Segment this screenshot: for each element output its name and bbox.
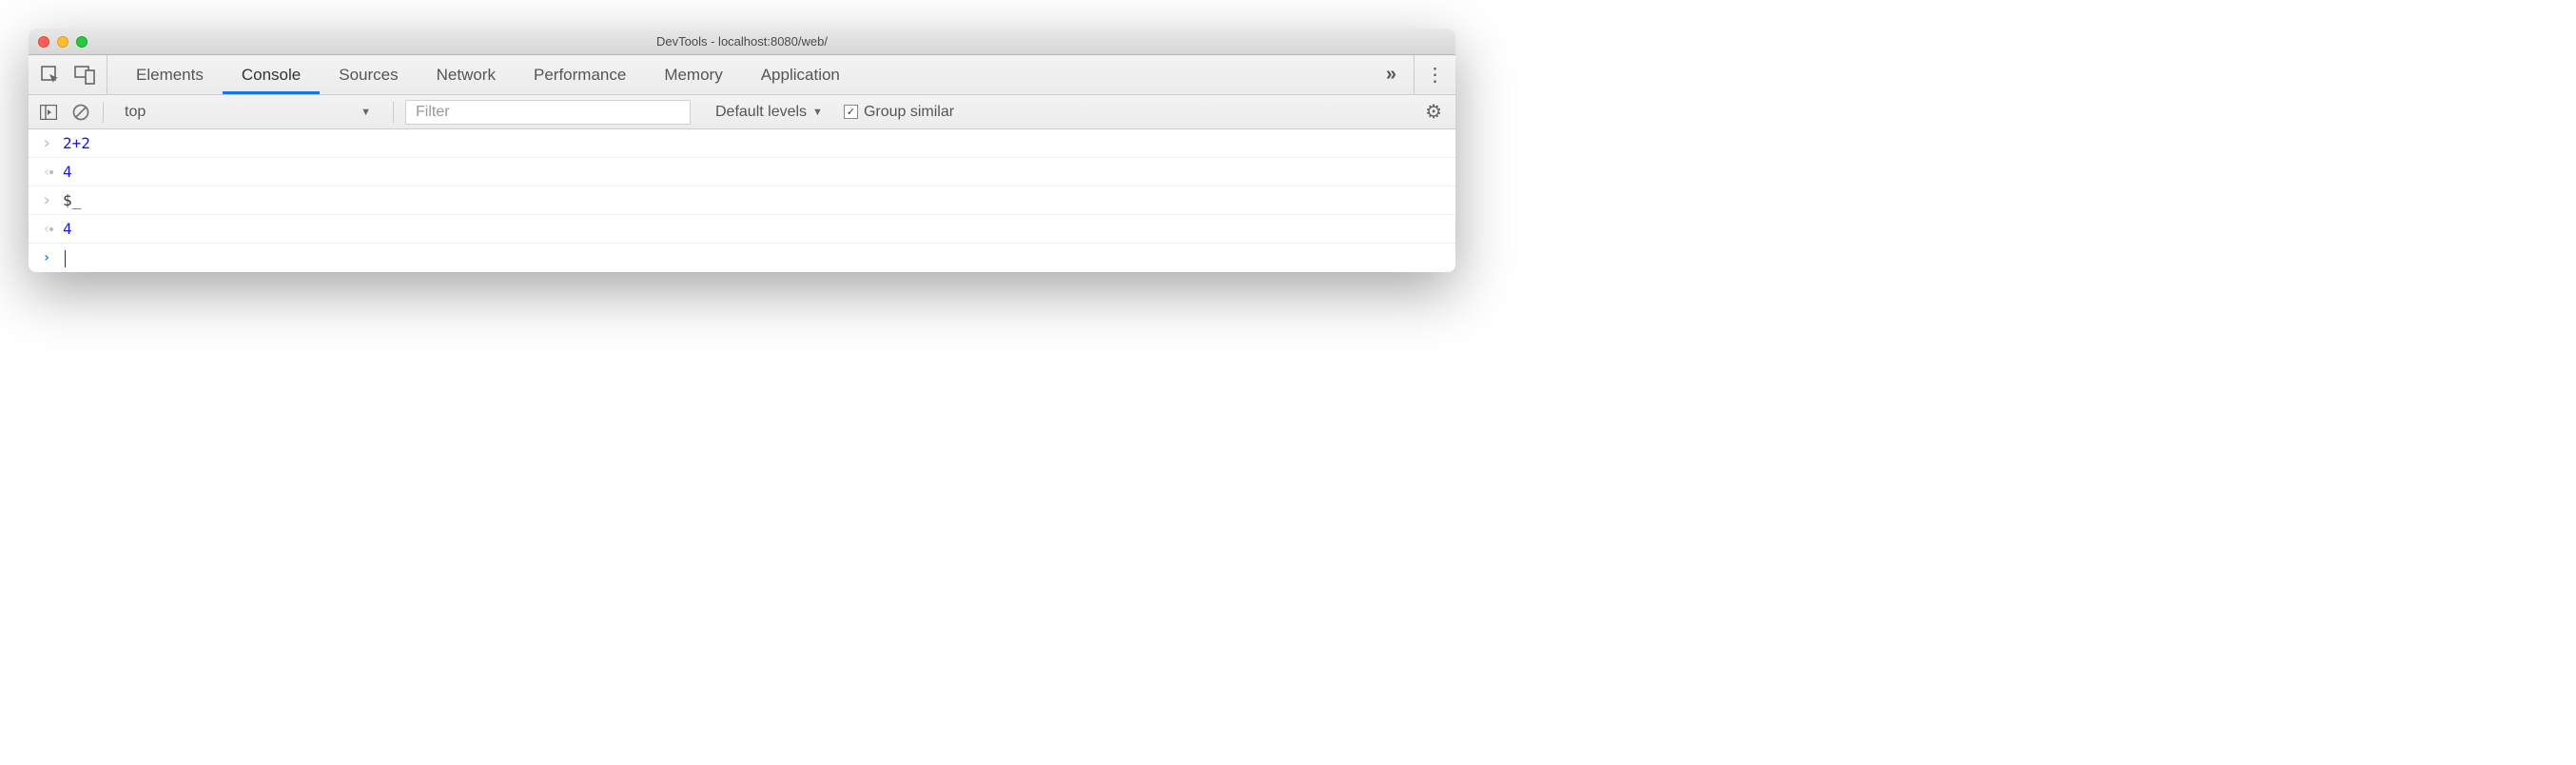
code-text: 4 (55, 220, 72, 238)
console-toolbar: top ▼ Filter Default levels ▼ Group simi… (29, 95, 1455, 129)
traffic-lights (29, 36, 88, 48)
group-similar-label: Group similar (864, 104, 954, 121)
separator (103, 102, 104, 123)
filter-input[interactable]: Filter (405, 100, 691, 125)
window-titlebar: DevTools - localhost:8080/web/ (29, 29, 1455, 55)
console-row: $_ (29, 186, 1455, 215)
kebab-menu-button[interactable]: ⋮ (1414, 55, 1455, 94)
output-marker-icon (38, 222, 55, 237)
window-title: DevTools - localhost:8080/web/ (29, 34, 1455, 49)
more-vert-icon: ⋮ (1426, 63, 1445, 87)
dropdown-triangle-icon: ▼ (361, 107, 371, 118)
tab-application[interactable]: Application (742, 55, 859, 94)
zoom-window-button[interactable] (76, 36, 88, 48)
filter-placeholder: Filter (416, 104, 450, 121)
context-label: top (125, 104, 146, 121)
execution-context-select[interactable]: top ▼ (115, 100, 381, 125)
settings-gear-icon[interactable]: ⚙ (1425, 100, 1446, 124)
tab-console[interactable]: Console (223, 55, 320, 94)
console-row: 2+2 (29, 129, 1455, 158)
code-text: 2+2 (55, 134, 90, 152)
tab-network[interactable]: Network (418, 55, 515, 94)
levels-label: Default levels (715, 104, 807, 121)
tab-sources[interactable]: Sources (320, 55, 417, 94)
log-levels-select[interactable]: Default levels ▼ (702, 104, 823, 121)
output-marker-icon (38, 165, 55, 180)
clear-console-icon[interactable] (70, 102, 91, 123)
input-marker-icon (38, 190, 55, 210)
console-output[interactable]: 2+2 4 $_ 4 (29, 129, 1455, 272)
dropdown-triangle-icon: ▼ (812, 107, 823, 118)
close-window-button[interactable] (38, 36, 49, 48)
input-marker-icon (38, 133, 55, 153)
tab-performance[interactable]: Performance (515, 55, 645, 94)
code-text (55, 248, 66, 267)
chevron-right-double-icon: » (1386, 64, 1396, 86)
devtools-window: DevTools - localhost:8080/web/ ElementsC… (29, 29, 1455, 272)
panel-tabbar: ElementsConsoleSourcesNetworkPerformance… (29, 55, 1455, 95)
console-row: 4 (29, 215, 1455, 244)
code-text: 4 (55, 163, 72, 181)
inspect-tools (29, 55, 107, 94)
prompt-marker-icon (38, 250, 55, 265)
tabs-overflow-button[interactable]: » (1369, 64, 1414, 86)
checkbox-icon[interactable] (844, 105, 858, 119)
separator (393, 102, 394, 123)
minimize-window-button[interactable] (57, 36, 68, 48)
device-toolbar-icon[interactable] (74, 65, 95, 86)
toggle-console-sidebar-icon[interactable] (38, 102, 59, 123)
text-cursor[interactable] (65, 250, 66, 267)
console-row (29, 244, 1455, 272)
console-row: 4 (29, 158, 1455, 186)
tab-elements[interactable]: Elements (117, 55, 223, 94)
inspect-element-icon[interactable] (40, 65, 61, 86)
tab-memory[interactable]: Memory (645, 55, 741, 94)
group-similar-toggle[interactable]: Group similar (834, 104, 954, 121)
code-text: $_ (55, 191, 81, 209)
panel-tabs: ElementsConsoleSourcesNetworkPerformance… (107, 55, 1369, 94)
